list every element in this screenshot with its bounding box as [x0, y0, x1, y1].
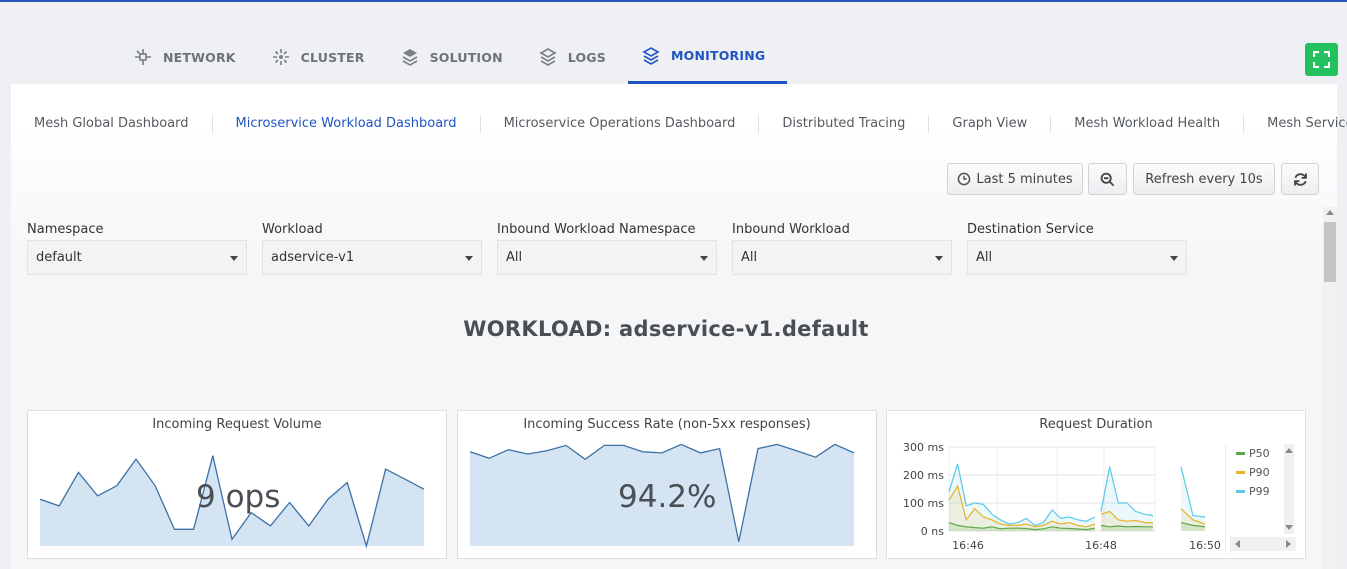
time-range-button[interactable]: Last 5 minutes	[947, 163, 1083, 195]
caret-down-icon	[935, 256, 943, 261]
scroll-thumb[interactable]	[1324, 222, 1336, 282]
network-icon	[134, 48, 152, 66]
workload-value: adservice-v1	[271, 250, 355, 265]
scroll-up-arrow[interactable]	[1326, 210, 1334, 215]
inbound-workload-namespace-value: All	[506, 250, 523, 265]
refresh-button[interactable]	[1281, 163, 1319, 195]
clock-icon	[958, 172, 971, 186]
time-range-label: Last 5 minutes	[976, 171, 1073, 187]
legend-horizontal-scrollbar[interactable]	[1230, 537, 1296, 551]
tab-solution[interactable]: SOLUTION	[387, 30, 525, 84]
request-volume-value: 9 ops	[196, 479, 281, 515]
tab-mesh-service-health[interactable]: Mesh Service Health	[1244, 115, 1347, 133]
legend-swatch-p99	[1236, 490, 1245, 493]
x-tick-label: 16:50	[1189, 539, 1221, 552]
legend-label-p50: P50	[1249, 447, 1270, 460]
inbound-workload-namespace-filter: Inbound Workload Namespace All	[497, 222, 717, 275]
request-volume-card: Incoming Request Volume 9 ops	[27, 410, 447, 559]
tab-microservice-operations-dashboard[interactable]: Microservice Operations Dashboard	[481, 115, 760, 133]
legend-swatch-p50	[1236, 452, 1245, 455]
fullscreen-icon	[1313, 51, 1330, 68]
x-tick-label: 16:46	[952, 539, 984, 552]
tab-cluster-label: CLUSTER	[300, 49, 365, 65]
inbound-workload-value: All	[741, 250, 758, 265]
caret-down-icon	[465, 256, 473, 261]
legend-label-p90: P90	[1249, 466, 1270, 479]
dashboard-panel: Mesh Global Dashboard Microservice Workl…	[11, 84, 1347, 569]
solution-icon	[401, 48, 419, 66]
tab-logs[interactable]: LOGS	[525, 30, 628, 84]
top-accent-line	[0, 0, 1347, 2]
zoom-out-button[interactable]	[1088, 163, 1127, 195]
namespace-filter: Namespace default	[27, 222, 247, 275]
logs-icon	[539, 48, 557, 66]
fullscreen-button[interactable]	[1305, 43, 1338, 76]
namespace-select[interactable]: default	[27, 240, 247, 275]
y-tick-label: 0 ns	[921, 525, 944, 538]
tab-microservice-workload-dashboard[interactable]: Microservice Workload Dashboard	[213, 115, 481, 133]
tab-solution-label: SOLUTION	[429, 49, 503, 65]
tab-mesh-workload-health[interactable]: Mesh Workload Health	[1051, 115, 1245, 133]
namespace-value: default	[36, 250, 82, 265]
success-rate-value: 94.2%	[618, 479, 717, 515]
destination-service-label: Destination Service	[967, 222, 1094, 237]
legend-label-p99: P99	[1249, 485, 1270, 498]
x-tick-label: 16:48	[1085, 539, 1117, 552]
caret-down-icon	[1170, 256, 1178, 261]
cluster-icon	[272, 48, 290, 66]
y-tick-label: 200 ms	[903, 469, 944, 482]
y-tick-label: 300 ms	[903, 441, 944, 454]
workload-title: WORKLOAD: adservice-v1.default	[463, 317, 869, 341]
inbound-workload-namespace-select[interactable]: All	[497, 240, 717, 275]
tab-cluster[interactable]: CLUSTER	[258, 30, 387, 84]
legend-swatch-p90	[1236, 471, 1245, 474]
tab-monitoring-label: MONITORING	[670, 48, 766, 63]
caret-down-icon	[230, 256, 238, 261]
tab-graph-view[interactable]: Graph View	[929, 115, 1052, 133]
destination-service-value: All	[976, 250, 993, 265]
tab-network[interactable]: NETWORK	[120, 30, 258, 84]
legend-scrollbar[interactable]	[1284, 444, 1294, 534]
monitoring-icon	[642, 46, 660, 65]
legend-item-p50[interactable]: P50	[1236, 447, 1270, 460]
chevron-up-icon[interactable]	[1285, 448, 1293, 453]
caret-down-icon	[700, 256, 708, 261]
tab-network-label: NETWORK	[163, 49, 236, 65]
y-tick-label: 100 ms	[903, 497, 944, 510]
inbound-workload-select[interactable]: All	[732, 240, 952, 275]
destination-service-filter: Destination Service All	[967, 222, 1187, 275]
workload-filter: Workload adservice-v1	[262, 222, 482, 275]
top-nav: NETWORK CLUSTER SOLUTION LOGS MONITORING	[120, 30, 788, 84]
inbound-workload-filter: Inbound Workload All	[732, 222, 952, 275]
inbound-workload-label: Inbound Workload	[732, 222, 850, 237]
chevron-down-icon[interactable]	[1285, 525, 1293, 530]
chevron-left-icon[interactable]	[1235, 540, 1240, 548]
refresh-interval-label: Refresh every 10s	[1145, 171, 1263, 187]
inbound-workload-namespace-label: Inbound Workload Namespace	[497, 222, 696, 237]
tab-distributed-tracing[interactable]: Distributed Tracing	[759, 115, 930, 133]
refresh-interval-button[interactable]: Refresh every 10s	[1133, 163, 1275, 195]
workload-select[interactable]: adservice-v1	[262, 240, 482, 275]
search-minus-icon	[1100, 172, 1115, 186]
legend-item-p90[interactable]: P90	[1236, 466, 1270, 479]
panel-scrollbar[interactable]	[1323, 207, 1337, 569]
destination-service-select[interactable]: All	[967, 240, 1187, 275]
request-duration-card: Request Duration 300 ms 200 ms 100 ms 0 ns 1…	[886, 410, 1306, 559]
success-rate-card: Incoming Success Rate (non-5xx responses…	[457, 410, 877, 559]
namespace-label: Namespace	[27, 222, 104, 237]
legend-item-p99[interactable]: P99	[1236, 485, 1270, 498]
workload-label: Workload	[262, 222, 323, 237]
tab-mesh-global-dashboard[interactable]: Mesh Global Dashboard	[11, 115, 213, 133]
tab-logs-label: LOGS	[567, 49, 606, 65]
tab-monitoring[interactable]: MONITORING	[627, 30, 788, 84]
refresh-icon	[1293, 172, 1307, 186]
dashboard-tabs: Mesh Global Dashboard Microservice Workl…	[11, 106, 1347, 142]
chevron-right-icon[interactable]	[1286, 540, 1291, 548]
